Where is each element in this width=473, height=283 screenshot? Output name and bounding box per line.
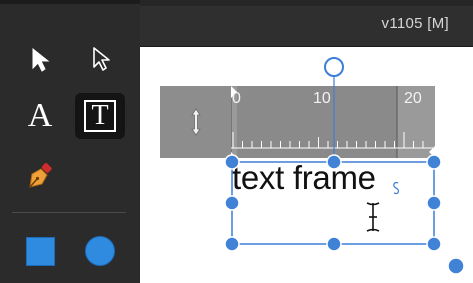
resize-handle-top — [326, 154, 342, 170]
resize-handle-top-left — [224, 154, 240, 170]
resize-handle-bottom — [326, 236, 342, 252]
resize-handle-right — [426, 195, 442, 211]
resize-handle-bottom-left — [224, 236, 240, 252]
selection-overlay — [224, 57, 465, 275]
text-link-icon — [393, 181, 400, 195]
text-frame-border — [231, 161, 435, 245]
resize-handle-top-right — [426, 154, 442, 170]
rotation-handle — [324, 57, 344, 77]
overflow-handle — [447, 257, 465, 275]
i-beam-cursor-icon — [366, 202, 380, 232]
resize-handle-bottom-right — [426, 236, 442, 252]
resize-handle-left — [224, 195, 240, 211]
